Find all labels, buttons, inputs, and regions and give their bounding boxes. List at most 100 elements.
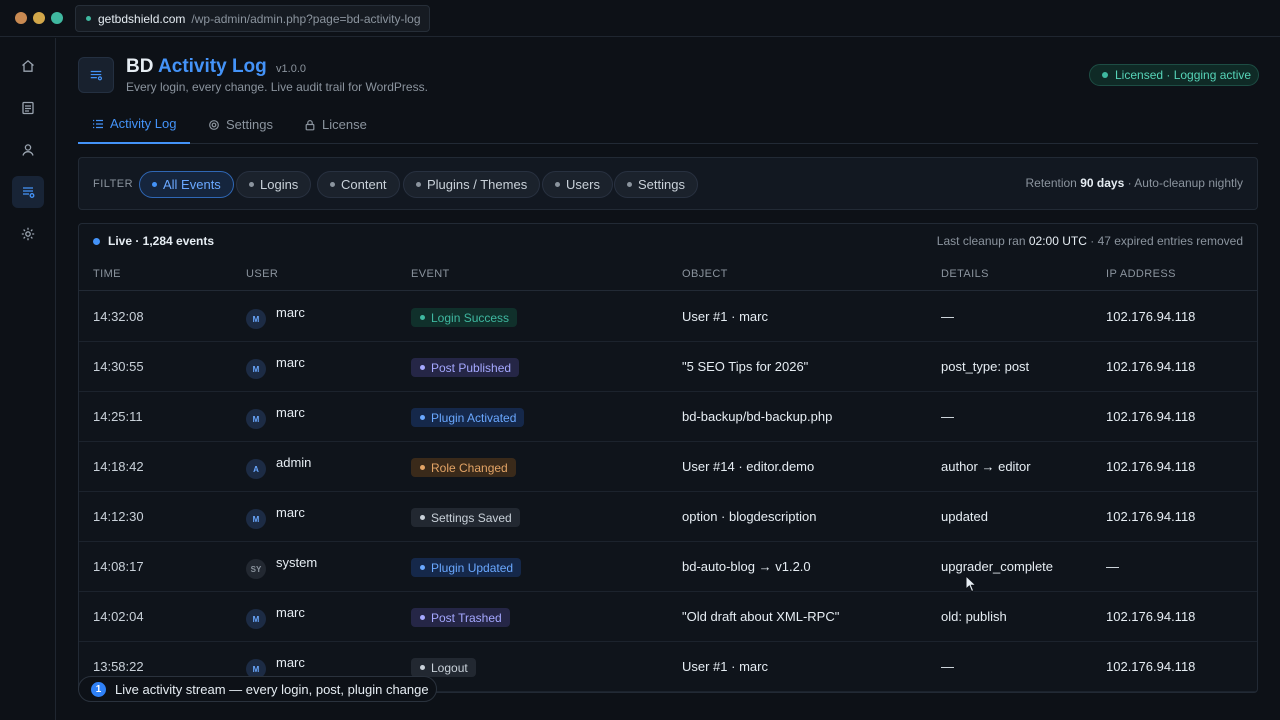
table-row[interactable]: 14:18:42 Aadmin Role Changed User #14 · edi… [79,442,1257,492]
ip-address: 102.176.94.118 [1106,509,1196,524]
event-time: 14:32:08 [93,309,144,324]
event-badge: Login Success [411,308,518,327]
retention-info: Retention 90 days · Auto-cleanup nightly [1025,176,1243,190]
tab-activity-log[interactable]: Activity Log [78,105,191,144]
event-label: Plugin Updated [431,560,514,575]
avatar: M [246,509,266,529]
event-details: — [941,309,954,324]
window-controls [15,12,63,24]
column-header-event[interactable]: EVENT [411,268,450,280]
event-dot-icon [420,665,425,670]
zoom-window-button[interactable] [51,12,63,24]
event-object: "5 SEO Tips for 2026" [682,359,809,374]
avatar: SY [246,559,266,579]
tab-license[interactable]: License [304,105,367,144]
url-path: /wp-admin/admin.php?page=bd-activity-log [191,11,421,26]
filter-chip-all-events[interactable]: All Events [139,171,234,198]
event-label: Logout [431,660,468,675]
user-name[interactable]: admin [276,455,311,470]
column-header-time[interactable]: TIME [93,268,121,280]
ip-address: 102.176.94.118 [1106,359,1196,374]
event-badge: Plugin Updated [411,558,522,577]
user-name[interactable]: marc [276,355,305,370]
event-label: Post Published [431,360,512,375]
tour-step-badge: 1 [91,681,106,697]
cleanup-prefix: Last cleanup ran [936,234,1026,248]
tab-label: Activity Log [110,116,177,131]
event-badge: Settings Saved [411,508,520,527]
column-header-ip-address[interactable]: IP ADDRESS [1106,268,1176,280]
user-name[interactable]: system [276,555,317,570]
sidebar-item-posts[interactable] [12,92,44,124]
chip-label: Logins [260,177,299,192]
user-name[interactable]: marc [276,605,305,620]
cleanup-info: Last cleanup ran 02:00 UTC · 47 expired … [937,234,1243,248]
live-indicator: Live · 1,284 events [93,234,214,248]
minimize-window-button[interactable] [33,12,45,24]
user-name[interactable]: marc [276,505,305,520]
filter-label: FILTER [93,178,134,190]
sidebar-item-settings[interactable] [12,218,44,250]
column-header-user[interactable]: USER [246,268,278,280]
user-name[interactable]: marc [276,405,305,420]
event-time: 14:25:11 [93,409,143,424]
event-label: Settings Saved [431,510,512,525]
column-header-object[interactable]: OBJECT [682,268,728,280]
browser-bar: getbdshield.com /wp-admin/admin.php?page… [0,0,1280,37]
table-row[interactable]: 14:25:11 Mmarc Plugin Activated bd-backup/b… [79,392,1257,442]
event-dot-icon [420,365,425,370]
address-bar[interactable]: getbdshield.com /wp-admin/admin.php?page… [75,5,430,32]
sidebar-item-home[interactable] [12,50,44,82]
table-row[interactable]: 14:30:55 Mmarc Post Published "5 SEO Tips f… [79,342,1257,392]
page-subtitle: Every login, every change. Live audit tr… [126,80,428,94]
table-row[interactable]: 14:12:30 Mmarc Settings Saved option · blog… [79,492,1257,542]
filter-chip-logins[interactable]: Logins [236,171,312,198]
app-logo [78,57,114,93]
chip-label: Plugins / Themes [427,177,528,192]
event-object: User #1 · marc [682,309,768,324]
table-row[interactable]: 14:02:04 Mmarc Post Trashed "Old draft abou… [79,592,1257,642]
sidebar-item-users[interactable] [12,134,44,166]
tab-label: Settings [226,117,273,132]
chip-label: Settings [638,177,685,192]
tab-bar: Activity Log Settings License [78,105,1258,144]
avatar: M [246,409,266,429]
event-badge: Plugin Activated [411,408,525,427]
cleanup-time: 02:00 UTC [1028,234,1087,248]
cleanup-suffix: · 47 expired entries removed [1090,234,1243,248]
event-details: author → editor [941,459,1031,474]
ip-address: 102.176.94.118 [1106,409,1196,424]
sidebar-item-activity-log[interactable] [12,176,44,208]
event-badge: Post Published [411,358,520,377]
filter-chip-users[interactable]: Users [542,171,613,198]
filter-chip-content[interactable]: Content [317,171,400,198]
event-label: Login Success [431,310,510,325]
tab-settings[interactable]: Settings [208,105,273,144]
chip-label: Users [566,177,600,192]
gear-icon [209,119,219,130]
event-dot-icon [420,315,425,320]
filter-chip-settings[interactable]: Settings [614,171,698,198]
table-row[interactable]: 14:08:17 SY system Plugin Updated bd-auto-bl… [79,542,1257,592]
tab-label: License [322,117,367,132]
license-status-text: Licensed · Logging active [1115,68,1252,82]
retention-value: 90 days [1080,176,1125,190]
filter-chip-plugins-themes[interactable]: Plugins / Themes [403,171,541,198]
activity-log-icon [23,187,35,198]
close-window-button[interactable] [15,12,27,24]
user-name[interactable]: marc [276,655,305,670]
title-accent: Activity Log [158,56,267,77]
column-header-details[interactable]: DETAILS [941,268,989,280]
event-badge: Post Trashed [411,608,510,627]
activity-log-icon [90,70,103,81]
tooltip-text: Live activity stream — every login, post… [115,681,429,697]
event-dot-icon [420,515,425,520]
ip-address: — [1106,559,1119,574]
retention-suffix: · Auto-cleanup nightly [1127,176,1243,190]
event-badge: Role Changed [411,458,516,477]
user-name[interactable]: marc [276,305,305,320]
table-row[interactable]: 14:32:08 Mmarc Login Success User #1 · marc… [79,292,1257,342]
event-dot-icon [420,465,425,470]
avatar: M [246,309,266,329]
admin-sidebar [0,38,56,720]
